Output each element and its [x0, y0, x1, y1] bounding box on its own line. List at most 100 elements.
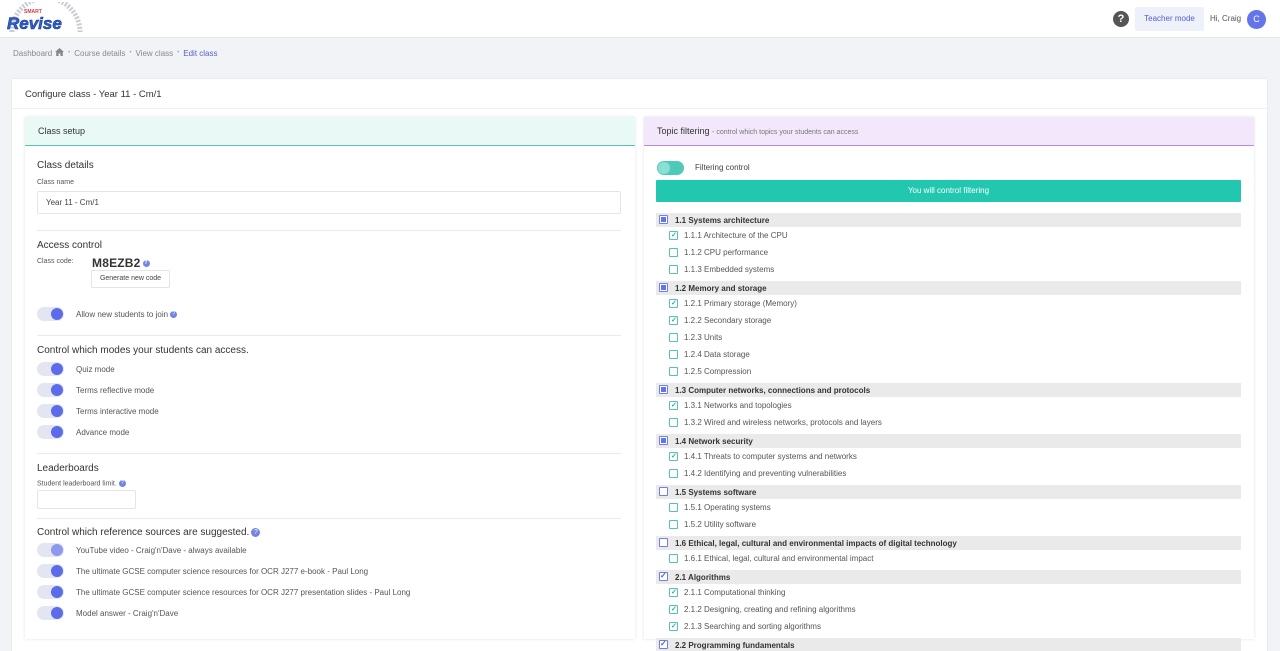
- subtopic-row[interactable]: 1.2.3 Units: [656, 329, 1241, 346]
- subtopic-row[interactable]: 1.3.2 Wired and wireless networks, proto…: [656, 414, 1241, 431]
- subtopic-row[interactable]: 1.2.2 Secondary storage: [656, 312, 1241, 329]
- class-setup-header: Class setup: [25, 117, 635, 146]
- subtopic-label: 2.1.3 Searching and sorting algorithms: [684, 622, 821, 631]
- topic-checkbox[interactable]: [659, 385, 668, 394]
- model-answer-source-toggle[interactable]: [37, 606, 64, 620]
- help-icon[interactable]: ?: [170, 311, 178, 319]
- topic-checkbox[interactable]: [659, 571, 668, 581]
- subtopic-checkbox[interactable]: [669, 401, 678, 410]
- topic-checkbox[interactable]: [659, 283, 668, 292]
- subtopic-checkbox[interactable]: [669, 588, 678, 597]
- subtopic-checkbox[interactable]: [669, 299, 678, 308]
- subtopic-row[interactable]: 1.1.3 Embedded systems: [656, 261, 1241, 278]
- breadcrumb-course-details[interactable]: Course details: [74, 49, 125, 58]
- avatar[interactable]: C: [1247, 10, 1266, 29]
- configure-class-card: Configure class - Year 11 - Cm/1 Class s…: [12, 79, 1267, 651]
- subtopic-checkbox[interactable]: [669, 350, 678, 359]
- topic-row[interactable]: 1.4 Network security: [656, 434, 1241, 448]
- subtopic-row[interactable]: 2.1.3 Searching and sorting algorithms: [656, 618, 1241, 635]
- subtopic-checkbox[interactable]: [669, 231, 678, 240]
- advance-mode-toggle[interactable]: [37, 425, 64, 439]
- subtopic-checkbox[interactable]: [669, 316, 678, 325]
- subtopic-label: 1.5.2 Utility software: [684, 520, 757, 529]
- subtopic-row[interactable]: 1.1.1 Architecture of the CPU: [656, 227, 1241, 244]
- help-icon[interactable]: ?: [118, 480, 126, 487]
- topic-checkbox[interactable]: [659, 436, 668, 445]
- generate-code-button[interactable]: Generate new code: [91, 270, 170, 288]
- revise-logo[interactable]: SMART Revise: [4, 0, 84, 36]
- leaderboard-limit-label: Student leaderboard limit.?: [37, 480, 621, 487]
- subtopic-checkbox[interactable]: [669, 605, 678, 614]
- subtopic-label: 1.2.3 Units: [684, 333, 723, 342]
- toggle-knob: [658, 162, 670, 174]
- topic-row[interactable]: 1.6 Ethical, legal, cultural and environ…: [656, 536, 1241, 550]
- top-bar: SMART Revise ? Teacher mode Hi, Craig C: [0, 0, 1280, 38]
- subtopic-checkbox[interactable]: [669, 452, 678, 461]
- subtopic-row[interactable]: 1.5.1 Operating systems: [656, 499, 1241, 516]
- help-circle-icon[interactable]: ?: [1113, 11, 1129, 27]
- topic-list: 1.1 Systems architecture 1.1.1 Architectu…: [656, 213, 1241, 651]
- allow-new-students-toggle[interactable]: [37, 307, 64, 321]
- greeting-text: Hi,: [1210, 14, 1220, 23]
- slides-source-toggle[interactable]: [37, 585, 64, 599]
- subtopic-checkbox[interactable]: [669, 554, 678, 563]
- filtering-control-toggle[interactable]: [657, 161, 684, 175]
- topic-checkbox[interactable]: [659, 215, 668, 224]
- topic-filtering-title: Topic filtering: [657, 126, 710, 136]
- topic-filtering-subtitle: - control which topics your students can…: [712, 129, 859, 136]
- breadcrumb-dashboard[interactable]: Dashboard: [13, 49, 52, 58]
- topic-row[interactable]: 1.1 Systems architecture: [656, 213, 1241, 227]
- topic-row[interactable]: 1.5 Systems software: [656, 485, 1241, 499]
- topic-row[interactable]: 1.3 Computer networks, connections and p…: [656, 383, 1241, 397]
- subtopic-checkbox[interactable]: [669, 520, 678, 529]
- help-icon[interactable]: ?: [251, 527, 261, 537]
- subtopic-row[interactable]: 1.4.2 Identifying and preventing vulnera…: [656, 465, 1241, 482]
- breadcrumb-view-class[interactable]: View class: [136, 49, 174, 58]
- subtopic-row[interactable]: 1.2.5 Compression: [656, 363, 1241, 380]
- subtopic-checkbox[interactable]: [669, 503, 678, 512]
- topic-label: 1.3 Computer networks, connections and p…: [675, 386, 871, 395]
- leaderboard-limit-text: Student leaderboard limit.: [37, 480, 117, 488]
- home-icon[interactable]: [55, 48, 65, 58]
- teacher-mode-button[interactable]: Teacher mode: [1135, 7, 1204, 31]
- toggle-knob: [51, 565, 63, 577]
- toggle-knob: [51, 363, 63, 375]
- subtopic-row[interactable]: 1.4.1 Threats to computer systems and ne…: [656, 448, 1241, 465]
- topic-checkbox[interactable]: [659, 487, 668, 496]
- topic-label: 2.1 Algorithms: [675, 573, 731, 582]
- subtopic-checkbox[interactable]: [669, 469, 678, 478]
- topic-row[interactable]: 1.2 Memory and storage: [656, 281, 1241, 295]
- terms-interactive-mode-toggle[interactable]: [37, 404, 64, 418]
- subtopic-row[interactable]: 1.5.2 Utility software: [656, 516, 1241, 533]
- topic-row[interactable]: 2.2 Programming fundamentals: [656, 638, 1241, 651]
- user-name: Craig: [1222, 14, 1242, 23]
- subtopic-checkbox[interactable]: [669, 622, 678, 631]
- leaderboard-limit-input[interactable]: [37, 490, 136, 509]
- subtopic-row[interactable]: 1.1.2 CPU performance: [656, 244, 1241, 261]
- subtopic-checkbox[interactable]: [669, 265, 678, 274]
- divider: [37, 230, 621, 231]
- ebook-source-toggle[interactable]: [37, 564, 64, 578]
- subtopic-checkbox[interactable]: [669, 367, 678, 376]
- subtopic-row[interactable]: 1.3.1 Networks and topologies: [656, 397, 1241, 414]
- help-icon[interactable]: ?: [142, 260, 150, 268]
- filtering-status-banner[interactable]: You will control filtering: [656, 180, 1241, 202]
- subtopic-checkbox[interactable]: [669, 418, 678, 427]
- subtopic-row[interactable]: 1.2.4 Data storage: [656, 346, 1241, 363]
- quiz-mode-toggle[interactable]: [37, 362, 64, 376]
- subtopic-row[interactable]: 1.2.1 Primary storage (Memory): [656, 295, 1241, 312]
- topic-checkbox[interactable]: [659, 639, 668, 649]
- topic-row[interactable]: 2.1 Algorithms: [656, 570, 1241, 584]
- class-name-input[interactable]: Year 11 - Cm/1: [37, 191, 621, 214]
- subtopic-checkbox[interactable]: [669, 333, 678, 342]
- subtopic-row[interactable]: 2.1.1 Computational thinking: [656, 584, 1241, 601]
- breadcrumb-edit-class[interactable]: Edit class: [183, 49, 217, 58]
- divider: [12, 108, 1267, 109]
- terms-reflective-mode-toggle[interactable]: [37, 383, 64, 397]
- subtopic-checkbox[interactable]: [669, 248, 678, 257]
- subtopic-row[interactable]: 2.1.2 Designing, creating and refining a…: [656, 601, 1241, 618]
- subtopic-row[interactable]: 1.6.1 Ethical, legal, cultural and envir…: [656, 550, 1241, 567]
- topic-checkbox[interactable]: [659, 538, 668, 547]
- topic-label: 1.4 Network security: [675, 437, 753, 446]
- class-setup-panel: Class setup Class details Class name Yea…: [25, 117, 635, 639]
